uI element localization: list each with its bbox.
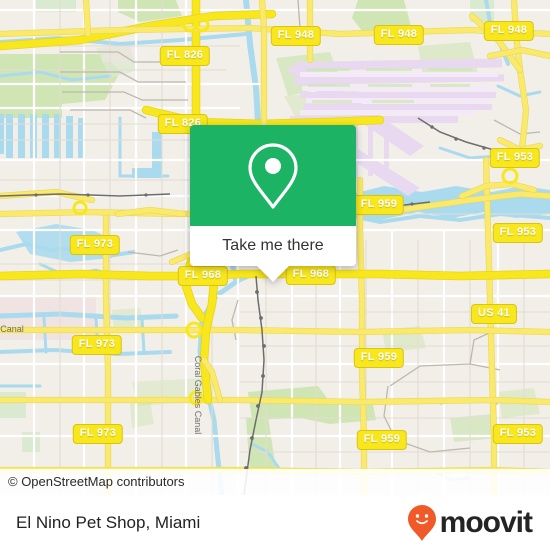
take-me-there-label: Take me there: [222, 237, 324, 254]
road-shield: FL 948: [270, 26, 322, 46]
road-shield: FL 959: [353, 348, 405, 368]
moovit-pin-icon: [407, 504, 436, 541]
road-shield: FL 826: [159, 46, 211, 66]
moovit-logo[interactable]: moovit: [407, 504, 533, 542]
road-shield: FL 953: [492, 424, 544, 444]
road-shield: FL 959: [353, 195, 405, 215]
road-shield: FL 953: [492, 223, 544, 243]
road-shield: FL 948: [483, 21, 535, 41]
road-shield: US 41: [470, 304, 518, 324]
road-shield: FL 968: [285, 265, 337, 285]
road-shield: FL 973: [69, 235, 121, 255]
map-place-label: Coral Gables Canal: [193, 355, 203, 435]
map-screenshot: .land { fill:#f2efe9; } .grn { fill:#cfe…: [0, 0, 550, 550]
road-shield: FL 959: [356, 430, 408, 450]
road-shield: FL 973: [71, 335, 123, 355]
road-shield: FL 953: [489, 148, 541, 168]
callout-marker-area: [190, 125, 356, 226]
moovit-wordmark: moovit: [439, 505, 533, 539]
map-place-label: Canal: [0, 324, 24, 334]
road-shield: FL 973: [72, 424, 124, 444]
callout-pointer: [257, 266, 289, 282]
road-shield: FL 968: [177, 266, 229, 286]
road-shield: FL 948: [373, 25, 425, 45]
place-title: El Nino Pet Shop, Miami: [16, 512, 201, 532]
map-pin-icon: [248, 142, 298, 209]
footer-bar: El Nino Pet Shop, Miami moovit: [0, 495, 550, 550]
osm-attribution: © OpenStreetMap contributors: [0, 469, 550, 495]
place-callout-card[interactable]: Take me there: [190, 125, 356, 282]
take-me-there-button[interactable]: Take me there: [190, 226, 356, 266]
